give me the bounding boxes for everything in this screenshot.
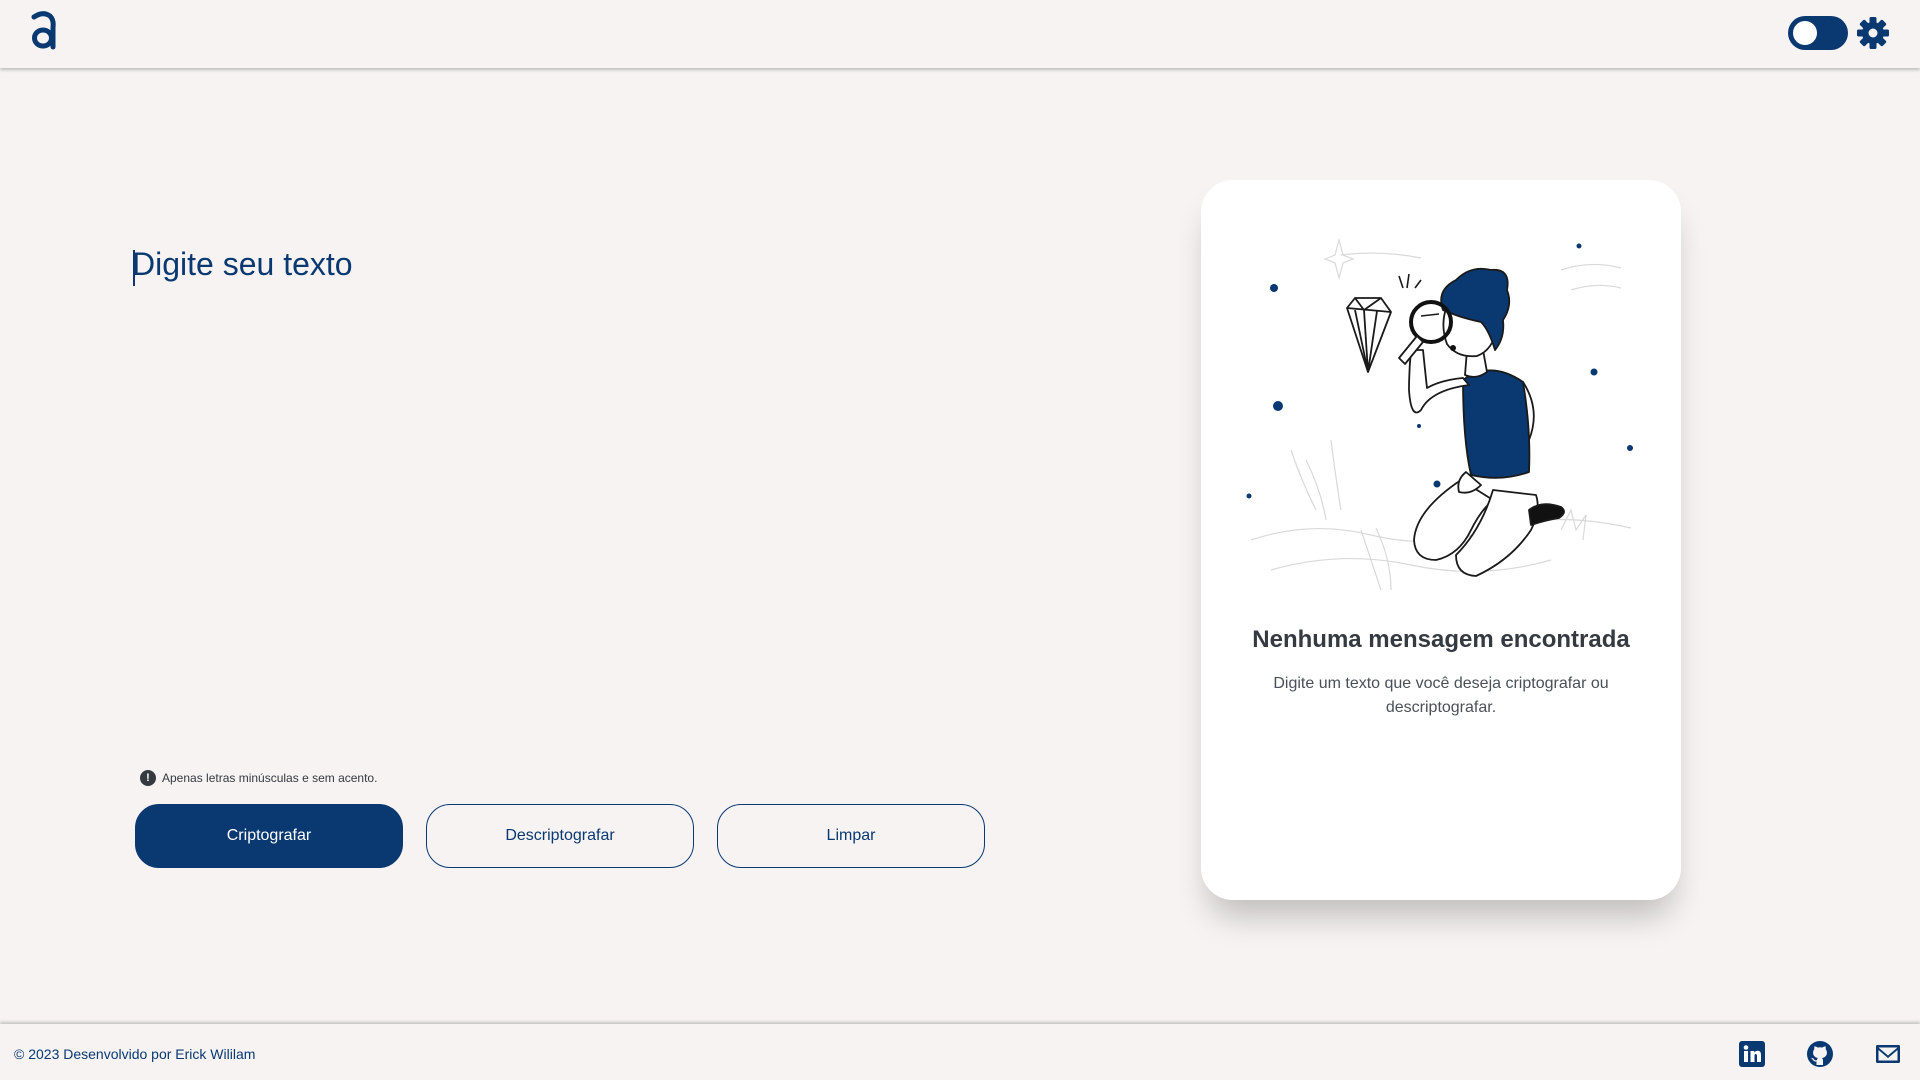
person-with-magnifying-glass-illustration [1231, 210, 1651, 610]
app-footer: © 2023 Desenvolvido por Erick Wililam [0, 1024, 1920, 1080]
app-header [0, 0, 1920, 68]
footer-credit: © 2023 Desenvolvido por Erick Wililam [14, 1046, 256, 1062]
clear-button[interactable]: Limpar [717, 804, 985, 868]
info-icon: ! [140, 770, 156, 786]
gear-icon[interactable] [1856, 16, 1890, 50]
message-input[interactable] [132, 240, 952, 720]
empty-state-description: Digite um texto que você deseja criptogr… [1273, 675, 1609, 716]
output-card: Nenhuma mensagem encontrada Digite um te… [1201, 180, 1681, 900]
text-cursor [133, 250, 135, 286]
linkedin-icon[interactable] [1738, 1040, 1766, 1068]
input-hint: ! Apenas letras minúsculas e sem acento. [140, 770, 377, 786]
theme-toggle[interactable] [1788, 16, 1848, 50]
mail-icon[interactable] [1874, 1040, 1902, 1068]
empty-state-title: Nenhuma mensagem encontrada [1252, 626, 1630, 653]
toggle-knob [1793, 21, 1817, 45]
alura-logo-icon[interactable] [26, 8, 60, 54]
decrypt-button[interactable]: Descriptografar [426, 804, 694, 868]
encrypt-button[interactable]: Criptografar [135, 804, 403, 868]
hint-text: Apenas letras minúsculas e sem acento. [162, 771, 378, 785]
github-icon[interactable] [1806, 1040, 1834, 1068]
